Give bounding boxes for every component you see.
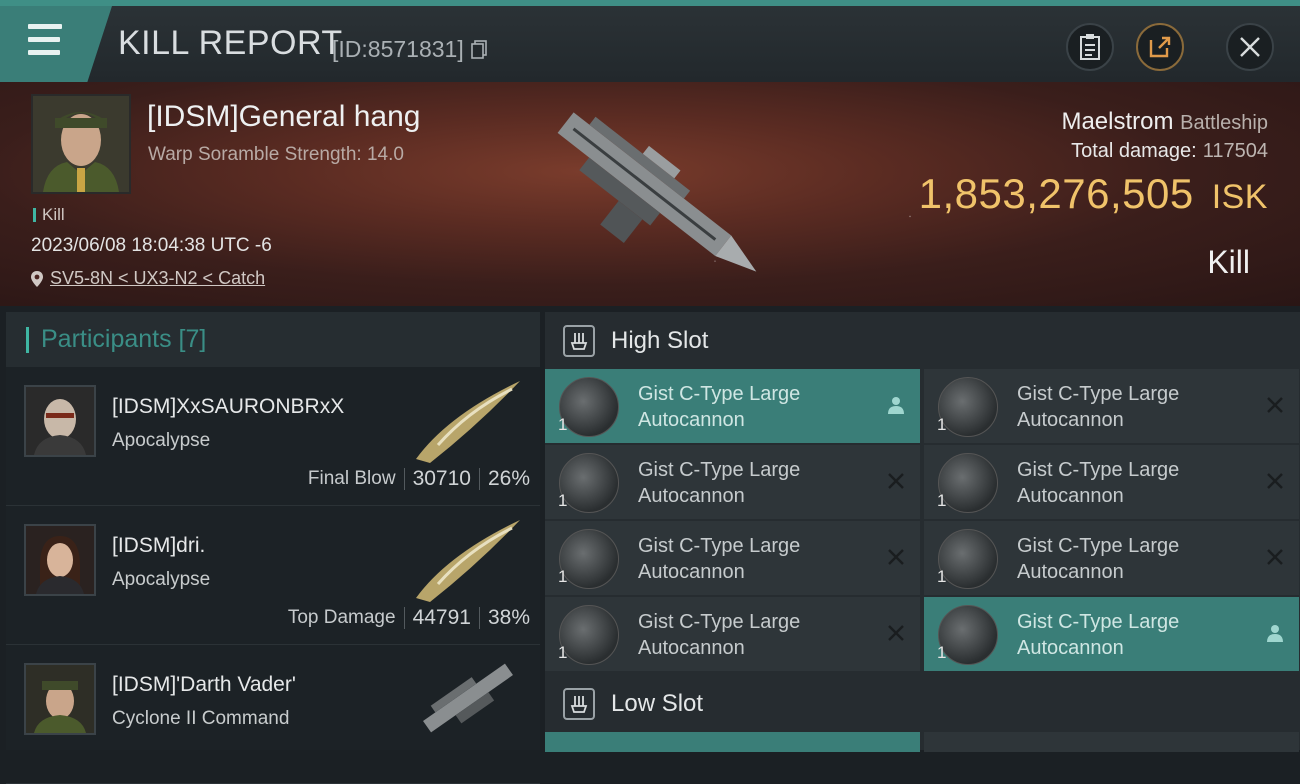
participant-ship-image [416,381,520,463]
warp-strength: Warp Soramble Strength: 14.0 [148,144,404,165]
participant-stats: Top Damage 44791 38% [287,606,530,629]
autocannon-icon [938,453,998,513]
high-slot-icon [563,324,595,357]
autocannon-icon [559,605,619,665]
participant-ship: Apocalypse [112,569,211,590]
item-quantity: 1 [558,491,568,510]
item-name: Gist C-Type Large Autocannon [1017,383,1180,431]
participant-ship: Apocalypse [112,430,211,451]
participant-row[interactable]: [IDSM]dri. Apocalypse Top Damage 44791 3… [6,506,540,645]
cross-icon [1267,473,1283,489]
item-name: Gist C-Type Large Autocannon [638,535,801,583]
header-bar: KILL REPORT [ID:8571831] [0,0,1300,82]
location-pin-icon [31,270,43,287]
slot-item[interactable]: 1 Gist C-Type Large Autocannon [545,445,920,519]
item-name: Gist C-Type Large Autocannon [638,383,801,431]
menu-button[interactable] [0,6,112,82]
isk-value: 1,853,276,505 ISK [918,170,1268,217]
avatar [24,663,96,735]
autocannon-icon [559,453,619,513]
item-quantity: 1 [558,643,568,662]
page-title: KILL REPORT [118,24,343,62]
share-button[interactable] [1136,23,1184,71]
cross-icon [888,473,904,489]
report-id[interactable]: [ID:8571831] [332,36,488,63]
slot-item[interactable]: 1 Gist C-Type Large Autocannon [924,445,1299,519]
close-icon [1240,37,1260,57]
low-slot-title: Low Slot [611,689,704,717]
victim-name[interactable]: [IDSM]General hang [147,100,420,134]
high-slot-title: High Slot [611,326,709,354]
autocannon-icon [938,605,998,665]
participant-row[interactable]: [IDSM]XxSAURONBRxX Apocalypse Final Blow… [6,367,540,506]
item-quantity: 1 [937,643,947,662]
low-slot-header: Low Slot [545,675,1300,732]
autocannon-icon [938,377,998,437]
item-name: Gist C-Type Large Autocannon [1017,611,1180,659]
clipboard-button[interactable] [1066,23,1114,71]
avatar [24,524,96,596]
low-slot-item-partial[interactable] [924,732,1299,752]
kill-tag: Kill [33,205,65,225]
victim-banner: [IDSM]General hang Warp Soramble Strengt… [0,82,1300,306]
result-label: Kill [1207,244,1250,280]
item-quantity: 1 [937,415,947,434]
cross-icon [888,549,904,565]
participants-title: Participants [7] [6,312,540,367]
item-name: Gist C-Type Large Autocannon [638,459,801,507]
high-slot-grid: 1 Gist C-Type Large Autocannon 1 Gist C-Typ… [545,369,1300,671]
kill-location[interactable]: SV5-8N < UX3-N2 < Catch [30,268,265,289]
cross-icon [888,625,904,641]
participant-ship-image [423,663,513,733]
slot-item[interactable]: 1 Gist C-Type Large Autocannon [545,369,920,443]
low-slot-item-partial[interactable] [545,732,920,752]
slot-item[interactable]: 1 Gist C-Type Large Autocannon [924,521,1299,595]
total-damage: Total damage: 117504 [1071,140,1268,162]
item-name: Gist C-Type Large Autocannon [1017,459,1180,507]
location-link[interactable]: SV5-8N < UX3-N2 < Catch [50,268,265,289]
cross-icon [1267,397,1283,413]
autocannon-icon [559,377,619,437]
participants-panel: Participants [7] [IDSM]XxSAURONBRxX Apoc… [6,312,540,784]
participant-ship-image [416,520,520,602]
item-quantity: 1 [937,567,947,586]
close-button[interactable] [1226,23,1274,71]
high-slot-header: High Slot [545,312,1300,369]
slot-item[interactable]: 1 Gist C-Type Large Autocannon [545,521,920,595]
item-quantity: 1 [558,567,568,586]
kill-datetime: 2023/06/08 18:04:38 UTC -6 [31,235,272,256]
autocannon-icon [559,529,619,589]
cross-icon [1267,549,1283,565]
participant-stats: Final Blow 30710 26% [307,467,530,490]
fitting-panel: High Slot 1 Gist C-Type Large Autocannon 1… [545,312,1300,752]
menu-icon [28,24,62,29]
item-name: Gist C-Type Large Autocannon [1017,535,1180,583]
low-slot-icon [563,687,595,720]
participant-name: [IDSM]XxSAURONBRxX [112,395,345,418]
ship-image [557,112,757,272]
participant-ship: Cyclone II Command [112,708,290,729]
participant-name: [IDSM]'Darth Vader' [112,673,296,696]
item-name: Gist C-Type Large Autocannon [638,611,801,659]
participant-name: [IDSM]dri. [112,534,206,557]
item-quantity: 1 [937,491,947,510]
clipboard-icon [1080,34,1100,60]
slot-item[interactable]: 1 Gist C-Type Large Autocannon [924,369,1299,443]
slot-item[interactable]: 1 Gist C-Type Large Autocannon [924,597,1299,671]
item-quantity: 1 [558,415,568,434]
ship-type: Maelstrom Battleship [1061,108,1268,135]
slot-item[interactable]: 1 Gist C-Type Large Autocannon [545,597,920,671]
participant-row[interactable]: [IDSM]'Darth Vader' Cyclone II Command [6,645,540,784]
person-icon [1267,625,1283,642]
person-icon [888,397,904,414]
share-icon [1149,36,1171,58]
victim-avatar[interactable] [31,94,131,194]
copy-icon[interactable] [470,39,488,59]
avatar [24,385,96,457]
autocannon-icon [938,529,998,589]
